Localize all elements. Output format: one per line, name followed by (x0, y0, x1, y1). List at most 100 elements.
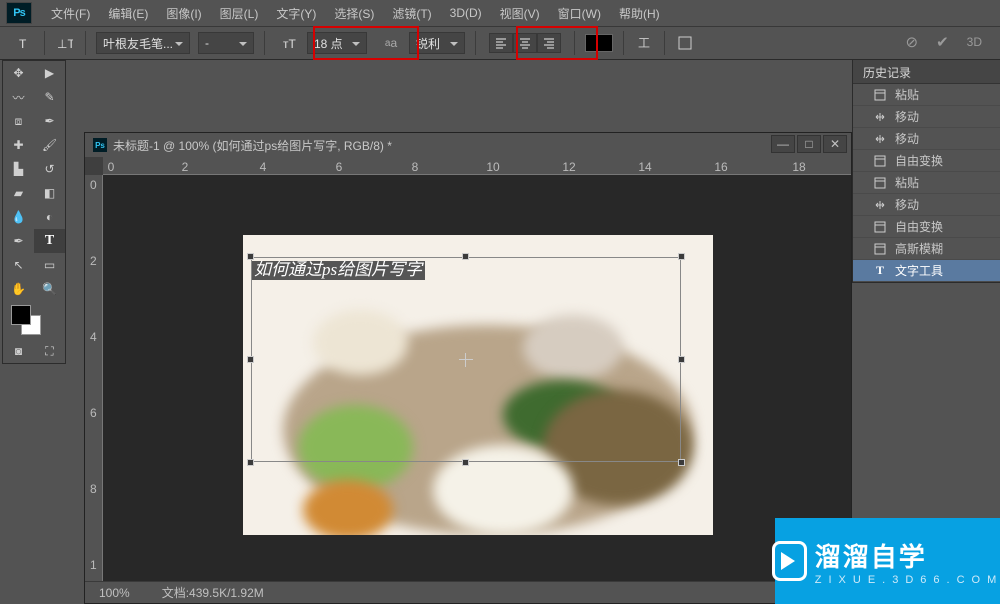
history-item[interactable]: 粘贴 (853, 84, 1000, 106)
minimize-button[interactable]: — (771, 135, 795, 153)
align-right-button[interactable] (537, 33, 561, 53)
tool-preset-icon[interactable]: T (14, 33, 34, 53)
font-family-value: 叶根友毛笔... (103, 35, 173, 52)
menu-bar: Ps 文件(F) 编辑(E) 图像(I) 图层(L) 文字(Y) 选择(S) 滤… (0, 0, 1000, 26)
commit-icon[interactable]: ✔ (936, 33, 949, 51)
history-brush-tool[interactable]: ↺ (34, 157, 65, 181)
transform-handle[interactable] (247, 253, 254, 260)
transform-bounding-box[interactable] (251, 257, 681, 462)
history-item[interactable]: T文字工具 (853, 260, 1000, 282)
history-item-label: 粘贴 (895, 174, 919, 191)
history-item[interactable]: 移动 (853, 106, 1000, 128)
history-tab[interactable]: 历史记录 (853, 60, 1000, 84)
status-bar: 100% 文档:439.5K/1.92M (85, 581, 851, 603)
transform-center[interactable] (459, 353, 473, 367)
menu-select[interactable]: 选择(S) (325, 5, 383, 22)
font-size-value: 18 点 (314, 35, 343, 52)
play-icon (772, 541, 807, 581)
ruler-horizontal[interactable]: 0 2 4 6 8 10 12 14 16 18 (103, 157, 851, 175)
document-titlebar[interactable]: Ps 未标题-1 @ 100% (如何通过ps给图片写字, RGB/8) * —… (85, 133, 851, 157)
document-title: 未标题-1 @ 100% (如何通过ps给图片写字, RGB/8) * (113, 137, 392, 154)
foreground-color[interactable] (11, 305, 31, 325)
history-item-label: 移动 (895, 130, 919, 147)
history-item[interactable]: 高斯模糊 (853, 238, 1000, 260)
warp-text-icon[interactable]: 工 (634, 33, 654, 53)
history-item[interactable]: 自由变换 (853, 150, 1000, 172)
text-align-group (486, 30, 564, 56)
brush-tool[interactable]: 🖌 (34, 133, 65, 157)
history-item-label: 粘贴 (895, 86, 919, 103)
history-item[interactable]: 粘贴 (853, 172, 1000, 194)
type-tool[interactable]: T (34, 229, 65, 253)
history-item[interactable]: 移动 (853, 128, 1000, 150)
aa-label-icon: aa (381, 33, 401, 53)
menu-window[interactable]: 窗口(W) (549, 5, 610, 22)
watermark-sub: ZIXUE.3D66.COM (815, 574, 1000, 586)
eyedropper-tool[interactable]: ✒ (34, 109, 65, 133)
font-style-combo[interactable]: - (198, 32, 254, 54)
move-tool[interactable]: ✥ (3, 61, 34, 85)
stamp-tool[interactable]: ▙ (3, 157, 34, 181)
crop-tool[interactable]: ⧈ (3, 109, 34, 133)
move-icon (873, 198, 887, 212)
svg-text:T: T (19, 37, 27, 50)
menu-text[interactable]: 文字(Y) (267, 5, 325, 22)
lasso-tool[interactable]: 〰 (3, 85, 34, 109)
align-left-button[interactable] (489, 33, 513, 53)
gradient-tool[interactable]: ◧ (34, 181, 65, 205)
blur-tool[interactable]: 💧 (3, 205, 34, 229)
transform-handle[interactable] (247, 459, 254, 466)
move-icon (873, 132, 887, 146)
anti-alias-combo[interactable]: 锐利 (409, 32, 465, 54)
3d-button[interactable]: 3D (967, 35, 982, 49)
align-center-button[interactable] (513, 33, 537, 53)
direct-select-tool[interactable]: ↖ (3, 253, 34, 277)
transform-handle[interactable] (462, 459, 469, 466)
menu-file[interactable]: 文件(F) (42, 5, 99, 22)
heal-tool[interactable]: ✚ (3, 133, 34, 157)
pen-tool[interactable]: ✒ (3, 229, 34, 253)
history-item[interactable]: 自由变换 (853, 216, 1000, 238)
screen-mode-tool[interactable]: ⛶ (34, 339, 65, 363)
text-color-chip[interactable] (585, 34, 613, 52)
color-swatches[interactable] (3, 301, 65, 339)
quickmask-tool[interactable]: ◙ (3, 339, 34, 363)
document-window: Ps 未标题-1 @ 100% (如何通过ps给图片写字, RGB/8) * —… (84, 132, 852, 604)
menu-filter[interactable]: 滤镜(T) (383, 5, 440, 22)
menu-layer[interactable]: 图层(L) (211, 5, 268, 22)
shape-tool[interactable]: ▭ (34, 253, 65, 277)
ruler-vertical[interactable]: 0 2 4 6 8 1 (85, 175, 103, 581)
orientation-icon[interactable]: ⊥T (55, 33, 75, 53)
zoom-level[interactable]: 100% (99, 586, 130, 600)
transform-handle[interactable] (678, 459, 685, 466)
menu-view[interactable]: 视图(V) (491, 5, 549, 22)
quick-select-tool[interactable]: ✎ (34, 85, 65, 109)
menu-edit[interactable]: 编辑(E) (99, 5, 157, 22)
hand-tool[interactable]: ✋ (3, 277, 34, 301)
font-size-combo[interactable]: 18 点 (307, 32, 367, 54)
font-family-combo[interactable]: 叶根友毛笔... (96, 32, 190, 54)
trans-icon (873, 154, 887, 168)
history-item-label: 自由变换 (895, 218, 943, 235)
canvas[interactable]: 如何通过ps给图片写字 (243, 235, 713, 535)
path-select-tool[interactable]: ▶ (34, 61, 65, 85)
transform-handle[interactable] (678, 356, 685, 363)
cancel-icon[interactable]: ⊘ (906, 33, 919, 51)
transform-handle[interactable] (462, 253, 469, 260)
menu-3d[interactable]: 3D(D) (441, 6, 491, 20)
watermark: 溜溜自学 ZIXUE.3D66.COM (775, 518, 1000, 604)
canvas-area[interactable]: 如何通过ps给图片写字 (103, 175, 851, 581)
menu-image[interactable]: 图像(I) (157, 5, 210, 22)
trans-icon (873, 220, 887, 234)
dodge-tool[interactable]: ◐ (34, 205, 65, 229)
menu-help[interactable]: 帮助(H) (610, 5, 669, 22)
eraser-tool[interactable]: ▰ (3, 181, 34, 205)
close-button[interactable]: ✕ (823, 135, 847, 153)
history-item[interactable]: 移动 (853, 194, 1000, 216)
character-panel-icon[interactable] (675, 33, 695, 53)
transform-handle[interactable] (678, 253, 685, 260)
svg-text:тT: тT (283, 37, 296, 51)
maximize-button[interactable]: □ (797, 135, 821, 153)
zoom-tool[interactable]: 🔍 (34, 277, 65, 301)
transform-handle[interactable] (247, 356, 254, 363)
